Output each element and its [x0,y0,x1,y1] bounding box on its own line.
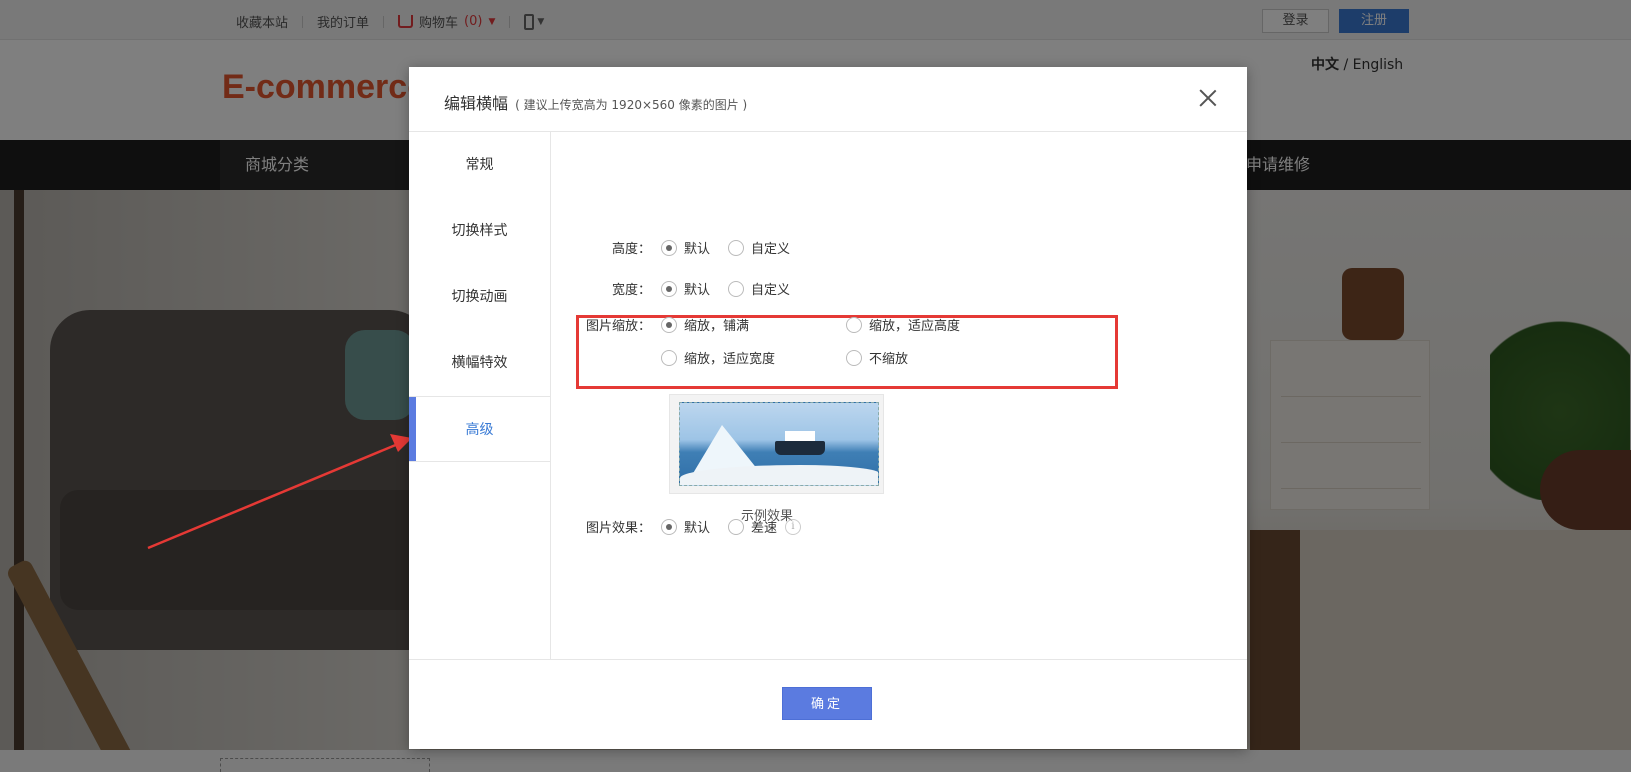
height-custom-radio[interactable]: 自定义 [728,238,790,257]
radio-label: 自定义 [751,283,791,298]
scale-none-radio[interactable]: 不缩放 [846,348,908,367]
radio-label: 缩放，适应高度 [869,319,961,334]
radio-icon [728,518,745,535]
dialog-hint: ( 建议上传宽高为 1920×560 像素的图片 ) [515,98,748,112]
radio-label: 默认 [684,283,711,298]
radio-icon [661,316,677,333]
height-row: 高度： 默认 自定义 [571,238,790,257]
dialog-footer: 确定 [409,659,1247,749]
radio-label: 不缩放 [869,352,909,367]
effect-label: 图片效果： [585,521,651,536]
radio-label: 差速 [751,521,778,536]
tab-advanced[interactable]: 高级 [409,396,550,462]
radio-label: 默认 [684,521,711,536]
scale-fill-radio[interactable]: 缩放，铺满 [661,315,846,334]
radio-icon [846,349,862,366]
preview-image [679,402,879,486]
radio-label: 缩放，铺满 [684,319,750,334]
confirm-button[interactable]: 确定 [782,687,872,720]
scale-row-2: 缩放，适应宽度 不缩放 [661,348,908,367]
tab-banner-effects[interactable]: 横幅特效 [409,330,550,396]
width-row: 宽度： 默认 自定义 [571,279,790,298]
dialog-title-text: 编辑横幅 [444,94,509,113]
effect-row: 图片效果： 默认 差速 i [571,517,802,536]
radio-icon [728,239,745,256]
radio-icon [661,518,677,535]
preview-ship [775,441,825,455]
width-custom-radio[interactable]: 自定义 [728,279,790,298]
radio-icon [661,239,677,256]
height-label: 高度： [611,242,651,257]
effect-parallax-radio[interactable]: 差速 [728,517,777,536]
preview-ship-deck [785,431,815,441]
tab-general[interactable]: 常规 [409,132,550,198]
scale-fit-width-radio[interactable]: 缩放，适应宽度 [661,348,846,367]
close-icon[interactable] [1199,89,1217,107]
radio-icon [661,349,677,366]
width-default-radio[interactable]: 默认 [661,279,710,298]
scale-label: 图片缩放： [585,319,651,334]
preview-thumbnail [669,394,884,494]
radio-label: 默认 [684,242,711,257]
radio-icon [846,316,862,333]
effect-default-radio[interactable]: 默认 [661,517,710,536]
dialog-sidebar: 常规 切换样式 切换动画 横幅特效 高级 [409,132,551,659]
tab-switch-style[interactable]: 切换样式 [409,198,550,264]
radio-label: 缩放，适应宽度 [684,352,776,367]
info-icon[interactable]: i [785,518,802,535]
dialog-header: 编辑横幅 ( 建议上传宽高为 1920×560 像素的图片 ) [409,67,1247,132]
width-label: 宽度： [611,283,651,298]
radio-icon [728,280,745,297]
radio-icon [661,280,677,297]
scale-row-1: 图片缩放： 缩放，铺满 缩放，适应高度 [571,315,960,334]
tab-switch-animation[interactable]: 切换动画 [409,264,550,330]
edit-banner-dialog: 编辑横幅 ( 建议上传宽高为 1920×560 像素的图片 ) 常规 切换样式 … [409,67,1247,749]
height-default-radio[interactable]: 默认 [661,238,710,257]
radio-label: 自定义 [751,242,791,257]
scale-fit-height-radio[interactable]: 缩放，适应高度 [846,315,960,334]
dialog-title: 编辑横幅 ( 建议上传宽高为 1920×560 像素的图片 ) [444,90,747,114]
dialog-content: 高度： 默认 自定义 宽度： 默认 自定义 图片缩放： 缩放，铺满 缩放，适应高… [551,132,1247,659]
